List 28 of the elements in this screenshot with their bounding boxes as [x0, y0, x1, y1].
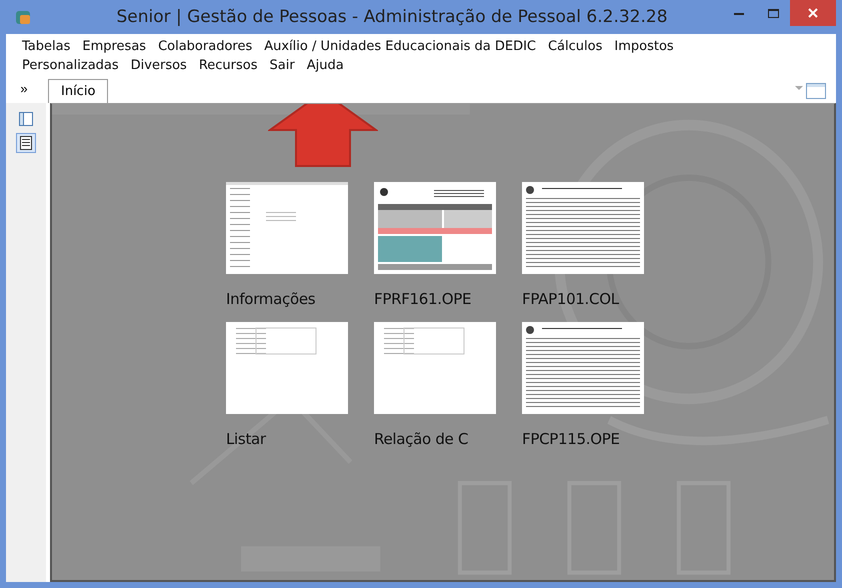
view-options-icon[interactable]	[795, 83, 826, 99]
recent-item[interactable]: FPAP101.COL	[522, 182, 670, 308]
recent-item[interactable]: Listar	[226, 322, 374, 448]
panel-icon	[18, 111, 34, 127]
properties-button[interactable]	[16, 133, 36, 153]
menu-item[interactable]: Impostos	[608, 37, 680, 56]
close-button[interactable]	[790, 0, 836, 26]
document-icon	[18, 135, 34, 151]
menu-item[interactable]: Empresas	[76, 37, 152, 56]
menu-item[interactable]: Sair	[264, 56, 301, 75]
menu-item[interactable]: Cálculos	[542, 37, 608, 56]
recent-item[interactable]: FPRF161.OPE	[374, 182, 522, 308]
menu-item[interactable]: Ajuda	[300, 56, 350, 75]
tab[interactable]: Início	[48, 79, 108, 103]
menu-item[interactable]: Recursos	[192, 56, 264, 75]
maximize-icon	[768, 8, 778, 18]
window-title: Senior | Gestão de Pessoas - Administração de Pessoal 6.2.32.28	[115, 7, 669, 27]
menu-item[interactable]: Diversos	[124, 56, 193, 75]
recent-item[interactable]: FPCP115.OPE	[522, 322, 670, 448]
menu-item[interactable]: Colaboradores	[152, 37, 258, 56]
app-icon	[14, 8, 32, 26]
menu-item[interactable]: Personalizadas	[16, 56, 125, 75]
menu-item[interactable]: Tabelas	[16, 37, 76, 56]
close-icon	[808, 8, 818, 18]
expand-button[interactable]: »	[6, 77, 42, 103]
recent-item[interactable]: Relação de C	[374, 322, 522, 448]
menu-item[interactable]: Auxílio / Unidades Educacionais da DEDIC	[258, 37, 542, 56]
recent-item[interactable]: Informações	[226, 182, 374, 308]
